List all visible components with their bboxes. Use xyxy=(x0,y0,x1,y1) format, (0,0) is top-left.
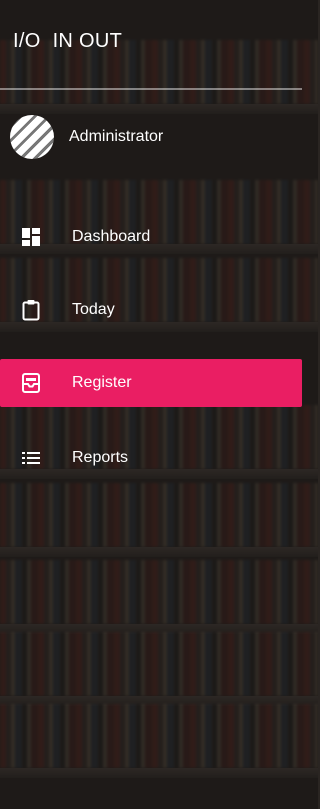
inbox-icon xyxy=(22,373,40,393)
menu-item-register[interactable]: Register xyxy=(0,359,302,407)
menu-item-label: Register xyxy=(72,374,132,391)
menu-item-label: Reports xyxy=(72,449,129,466)
navigation-drawer: I/O IN OUT Administrator Dashboard Today … xyxy=(0,0,318,809)
app-title-text: IN OUT xyxy=(52,30,123,52)
menu-item-today[interactable]: Today xyxy=(0,286,302,334)
avatar xyxy=(10,115,54,159)
header-divider xyxy=(0,88,302,90)
list-icon xyxy=(22,452,40,464)
dashboard-icon xyxy=(22,228,40,246)
user-profile[interactable]: Administrator xyxy=(10,115,163,159)
clipboard-icon xyxy=(22,300,40,321)
app-title: I/O IN OUT xyxy=(13,30,122,53)
user-name: Administrator xyxy=(69,128,164,145)
menu-item-reports[interactable]: Reports xyxy=(0,434,302,482)
menu-item-dashboard[interactable]: Dashboard xyxy=(0,213,302,261)
menu-item-label: Dashboard xyxy=(72,228,151,245)
app-logo-text: I/O xyxy=(13,30,41,52)
menu-item-label: Today xyxy=(72,301,115,318)
